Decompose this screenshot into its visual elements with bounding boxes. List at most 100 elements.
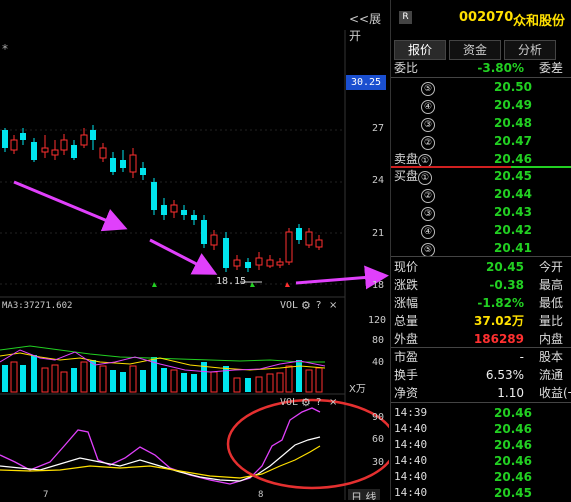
fundamental-row: 净资 1.10 收益(一 bbox=[391, 384, 571, 402]
volume-bar bbox=[181, 373, 187, 392]
candle-body bbox=[151, 182, 157, 210]
candle-body bbox=[266, 259, 274, 267]
stock-code: 002070 bbox=[459, 10, 514, 25]
sell-order-row[interactable]: ③ 20.48 bbox=[391, 114, 571, 132]
fundamental-label: 净资 bbox=[394, 386, 419, 400]
volume-bar bbox=[20, 365, 26, 392]
circle-annotation bbox=[226, 398, 389, 490]
volume-bar bbox=[10, 361, 18, 393]
kdj-indicator-name[interactable]: VOL bbox=[280, 397, 298, 408]
quote-label: 涨跌 bbox=[394, 278, 419, 292]
volume-bar bbox=[80, 361, 88, 393]
low-price-label: 18.15 bbox=[216, 276, 247, 287]
stock-name: 众和股份 bbox=[513, 14, 566, 29]
volume-indicator-name[interactable]: VOL bbox=[280, 300, 298, 311]
buy-order-row[interactable]: 买盘 ① 20.45 bbox=[391, 167, 571, 185]
help-icon[interactable]: ? bbox=[316, 397, 321, 408]
sell-order-row[interactable]: ② 20.47 bbox=[391, 132, 571, 150]
gear-icon[interactable]: ⚙ bbox=[301, 396, 311, 409]
x-axis-tick: 8 bbox=[258, 490, 264, 500]
tab-quote[interactable]: 报价 bbox=[394, 40, 446, 60]
fundamental-label: 换手 bbox=[394, 368, 419, 382]
price-badge: 30.25 bbox=[346, 75, 386, 90]
buy-order-row[interactable]: ④ 20.42 bbox=[391, 221, 571, 239]
tick-row: 14:40 20.45 bbox=[391, 484, 571, 502]
close-icon[interactable]: × bbox=[329, 397, 337, 408]
buy-order-level: ④ bbox=[421, 221, 435, 239]
volume-ma-yellow bbox=[0, 352, 326, 371]
sell-order-level: ② bbox=[421, 132, 435, 150]
ratio-label2: 委差 bbox=[539, 61, 564, 75]
buy-order-price: 20.43 bbox=[494, 205, 532, 219]
price-axis-label: 18 bbox=[372, 280, 385, 291]
candle-body bbox=[305, 231, 313, 246]
buy-order-level: 买盘 ① bbox=[394, 167, 433, 185]
volume-bar bbox=[41, 367, 49, 393]
volume-axis-label: 120 bbox=[368, 315, 387, 326]
candle-body bbox=[191, 215, 197, 220]
volume-bar bbox=[170, 369, 178, 393]
gear-icon[interactable]: ⚙ bbox=[301, 299, 311, 312]
candle-body bbox=[31, 142, 37, 160]
volume-unit-label: X万 bbox=[349, 384, 366, 395]
tab-analysis[interactable]: 分析 bbox=[504, 40, 556, 60]
sell-order-row[interactable]: ⑤ 20.50 bbox=[391, 78, 571, 96]
candle-body bbox=[170, 204, 178, 213]
price-axis-label: 21 bbox=[372, 228, 385, 239]
price-axis-label: 24 bbox=[372, 175, 385, 186]
quote-row: 现价 20.45 今开 bbox=[391, 258, 571, 276]
price-axis-label: 27 bbox=[372, 123, 385, 134]
buy-order-row[interactable]: ③ 20.43 bbox=[391, 203, 571, 221]
volume-bar bbox=[223, 366, 229, 392]
chart-area[interactable]: <<展开 * 30.25 27 24 21 18 18.15 MA3:37271… bbox=[0, 0, 389, 500]
tick-price: 20.45 bbox=[494, 486, 532, 500]
x-axis-tick: 7 bbox=[43, 490, 49, 500]
tab-funds[interactable]: 资金 bbox=[449, 40, 501, 60]
volume-bar bbox=[210, 371, 218, 393]
volume-bar bbox=[129, 365, 137, 393]
candle-body bbox=[71, 145, 77, 158]
volume-bar bbox=[2, 365, 8, 392]
volume-bar bbox=[161, 368, 167, 392]
volume-bar bbox=[255, 376, 263, 393]
sell-order-level: ⑤ bbox=[421, 78, 435, 96]
candle-body bbox=[201, 220, 207, 244]
sell-order-row[interactable]: ④ 20.49 bbox=[391, 96, 571, 114]
buy-order-price: 20.45 bbox=[494, 169, 532, 183]
quote-value: 20.45 bbox=[486, 260, 524, 274]
candle-body bbox=[2, 130, 8, 148]
fundamental-label2: 股本 bbox=[539, 350, 564, 364]
volume-bar bbox=[266, 373, 274, 393]
quote-label: 现价 bbox=[394, 260, 419, 274]
sell-order-price: 20.47 bbox=[494, 134, 532, 148]
candle-body bbox=[161, 205, 167, 215]
volume-bar bbox=[296, 360, 302, 392]
candle-body bbox=[99, 147, 107, 159]
quote-label2: 今开 bbox=[539, 260, 564, 274]
volume-bar bbox=[315, 367, 323, 393]
candle-body bbox=[90, 130, 96, 140]
quote-label2: 内盘 bbox=[539, 332, 564, 346]
arrow-annotation-3 bbox=[295, 265, 389, 290]
quote-value: -1.82% bbox=[477, 296, 524, 310]
candle-body bbox=[296, 228, 302, 240]
volume-bar bbox=[140, 370, 146, 392]
buy-order-row[interactable]: ② 20.44 bbox=[391, 185, 571, 203]
fundamental-label2: 收益(一 bbox=[539, 386, 571, 400]
ratio-row: 委比 -3.80% 委差 bbox=[391, 59, 571, 77]
buy-order-row[interactable]: ⑤ 20.41 bbox=[391, 239, 571, 257]
quote-row: 涨跌 -0.38 最高 bbox=[391, 276, 571, 294]
arrow-annotation-1 bbox=[13, 180, 128, 232]
candle-body bbox=[110, 158, 116, 172]
volume-bar bbox=[285, 365, 293, 393]
candle-body bbox=[41, 147, 49, 153]
fundamental-value: 6.53% bbox=[485, 368, 524, 382]
quote-panel: R 002070 众和股份 报价 资金 分析 委比 -3.80% 委差 ⑤ 20.… bbox=[390, 0, 571, 500]
ratio-label: 委比 bbox=[394, 61, 419, 75]
buy-order-price: 20.44 bbox=[494, 187, 532, 201]
period-tab[interactable]: 日 线 bbox=[348, 489, 380, 500]
candle-body bbox=[233, 259, 241, 267]
close-icon[interactable]: × bbox=[329, 300, 337, 311]
help-icon[interactable]: ? bbox=[316, 300, 321, 311]
ratio-value: -3.80% bbox=[477, 61, 524, 75]
